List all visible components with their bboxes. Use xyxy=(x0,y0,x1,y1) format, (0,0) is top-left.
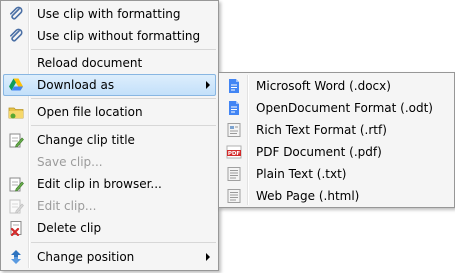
notepad-edit-icon xyxy=(8,176,24,192)
menu-item-edit-clip-in-browser[interactable]: Edit clip in browser... xyxy=(3,173,216,195)
submenu-arrow-icon xyxy=(206,81,210,89)
menu-item-delete-clip[interactable]: Delete clip xyxy=(3,217,216,239)
menu-separator xyxy=(31,49,216,50)
submenu-item-label: PDF Document (.pdf) xyxy=(256,145,382,159)
menu-item-change-clip-title[interactable]: Change clip title xyxy=(3,129,216,151)
folder-icon xyxy=(8,104,24,120)
menu-item-use-clip-without-formatting[interactable]: Use clip without formatting xyxy=(3,25,216,47)
menu-item-reload-document[interactable]: Reload document xyxy=(3,52,216,74)
docs-icon xyxy=(226,78,242,94)
menu-item-label: Change clip title xyxy=(37,133,135,147)
menu-item-save-clip[interactable]: Save clip... xyxy=(3,151,216,173)
notepad-icon xyxy=(8,198,24,214)
submenu-item-opendocument[interactable]: OpenDocument Format (.odt) xyxy=(221,97,452,119)
menu-separator xyxy=(31,242,216,243)
submenu-item-label: Rich Text Format (.rtf) xyxy=(256,123,387,137)
submenu-item-pdf[interactable]: PDF PDF Document (.pdf) xyxy=(221,141,452,163)
menu-item-label: Delete clip xyxy=(37,221,102,235)
text-file-icon xyxy=(226,166,242,182)
menu-item-label: Reload document xyxy=(37,56,143,70)
menu-item-download-as[interactable]: Download as xyxy=(3,74,216,96)
menu-item-label: Use clip with formatting xyxy=(37,7,181,21)
paperclip-icon xyxy=(8,28,24,44)
menu-item-label: Open file location xyxy=(37,105,143,119)
submenu-item-label: OpenDocument Format (.odt) xyxy=(256,101,433,115)
menu-item-label: Use clip without formatting xyxy=(37,29,201,43)
menu-separator xyxy=(31,98,216,99)
submenu-item-label: Web Page (.html) xyxy=(256,189,360,203)
docs-icon xyxy=(226,100,242,116)
menu-item-label: Save clip... xyxy=(37,155,103,169)
pdf-icon: PDF xyxy=(226,144,242,160)
menu-item-change-position[interactable]: Change position xyxy=(3,246,216,268)
submenu-item-label: Plain Text (.txt) xyxy=(256,167,347,181)
pdf-icon-text: PDF xyxy=(228,151,241,157)
submenu-item-microsoft-word[interactable]: Microsoft Word (.docx) xyxy=(221,75,452,97)
menu-item-label: Download as xyxy=(37,78,115,92)
rich-text-icon xyxy=(226,122,242,138)
submenu-item-plain-text[interactable]: Plain Text (.txt) xyxy=(221,163,452,185)
submenu-item-rich-text[interactable]: Rich Text Format (.rtf) xyxy=(221,119,452,141)
menu-item-label: Change position xyxy=(37,250,135,264)
notepad-edit-icon xyxy=(8,132,24,148)
menu-item-open-file-location[interactable]: Open file location xyxy=(3,101,216,123)
menu-item-edit-clip[interactable]: Edit clip... xyxy=(3,195,216,217)
submenu-item-web-page[interactable]: Web Page (.html) xyxy=(221,185,452,207)
paperclip-icon xyxy=(8,6,24,22)
menu-item-label: Edit clip... xyxy=(37,199,97,213)
google-drive-icon xyxy=(8,77,24,93)
menu-separator xyxy=(31,125,216,126)
delete-document-icon xyxy=(8,220,24,236)
submenu-item-label: Microsoft Word (.docx) xyxy=(256,79,391,93)
download-as-submenu: Microsoft Word (.docx) OpenDocument Form… xyxy=(218,72,455,208)
text-file-icon xyxy=(226,188,242,204)
up-down-arrows-icon xyxy=(8,249,24,265)
menu-item-label: Edit clip in browser... xyxy=(37,177,162,191)
menu-item-use-clip-with-formatting[interactable]: Use clip with formatting xyxy=(3,3,216,25)
submenu-arrow-icon xyxy=(206,253,210,261)
context-menu: Use clip with formatting Use clip withou… xyxy=(0,0,219,271)
